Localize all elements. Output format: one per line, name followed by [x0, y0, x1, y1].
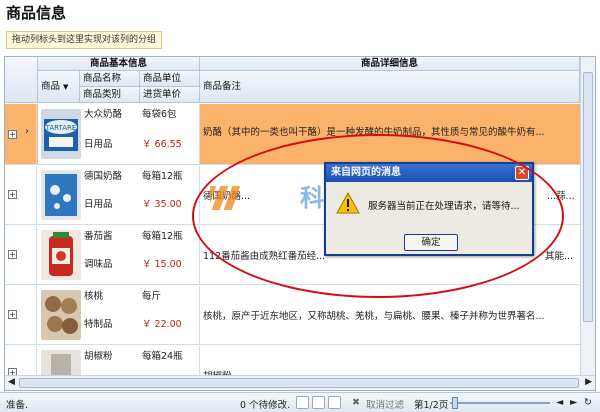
status-bar: 准备. 0 个待修改. ✖ 取消过滤 第1/2页 ◄ ► ↻: [0, 392, 600, 412]
product-unit: 每斤: [142, 291, 162, 302]
product-category: 调味品: [84, 259, 113, 270]
pending-changes: 0 个待修改.: [240, 400, 291, 411]
status-ready: 准备.: [6, 400, 29, 411]
page-slider-thumb[interactable]: [452, 397, 458, 409]
product-name: 德国奶酪: [84, 171, 123, 182]
product-category: 特制品: [84, 319, 113, 330]
page-indicator: 第1/2页: [414, 400, 449, 411]
product-category: 日用品: [84, 139, 113, 150]
svg-text:TARTARE: TARTARE: [45, 124, 77, 132]
group-by-panel[interactable]: 拖动列标头到这里实现对该列的分组: [6, 31, 163, 49]
product-image-german-cheese: [41, 170, 81, 220]
expand-row-icon[interactable]: +: [8, 190, 17, 199]
product-image-cheese: TARTARE: [41, 109, 81, 159]
refresh-icon[interactable]: ↻: [584, 397, 592, 408]
warning-icon: [336, 192, 360, 214]
product-unit: 每箱12瓶: [142, 171, 183, 182]
horizontal-scrollbar[interactable]: ◀ ▶: [5, 375, 595, 390]
vertical-scrollbar-thumb[interactable]: [583, 72, 593, 322]
scroll-left-icon[interactable]: ◀: [8, 377, 15, 387]
close-icon[interactable]: ✕: [515, 166, 529, 180]
header-corner: [5, 57, 38, 103]
page-slider[interactable]: [450, 402, 550, 404]
product-unit: 每箱12瓶: [142, 231, 183, 242]
message-dialog: 来自网页的消息 ✕ 服务器当前正在处理请求，请等待... 确定: [324, 162, 534, 256]
band-basic-info: 商品基本信息: [38, 57, 200, 71]
page-title: 商品信息: [6, 4, 67, 22]
undo-changes-icon[interactable]: [312, 396, 325, 409]
product-unit: 每袋6包: [142, 109, 177, 120]
product-note: 奶酪（其中的一类也叫干酪）是一种发酵的牛奶制品，其性质与常见的酸牛奶有...: [203, 127, 545, 138]
product-price: ￥ 35.00: [142, 199, 182, 210]
band-detail-info: 商品详细信息: [200, 57, 580, 71]
ok-button[interactable]: 确定: [404, 234, 458, 251]
product-name: 大众奶酪: [84, 109, 123, 120]
current-row-indicator-icon: ›: [25, 126, 29, 137]
column-header-price[interactable]: 进货单价: [140, 87, 200, 103]
save-changes-icon[interactable]: [296, 396, 309, 409]
next-page-icon[interactable]: ►: [570, 397, 577, 408]
column-header-unit[interactable]: 商品单位: [140, 71, 200, 87]
product-name: 胡椒粉: [84, 351, 113, 362]
product-name: 核桃: [84, 291, 104, 302]
product-category: 日用品: [84, 199, 113, 210]
dialog-title: 来自网页的消息: [326, 164, 532, 182]
horizontal-scrollbar-thumb[interactable]: [19, 378, 579, 388]
vertical-scrollbar[interactable]: [580, 57, 595, 377]
first-page-icon[interactable]: ◄: [556, 397, 563, 408]
filter-icon[interactable]: ✖: [352, 397, 360, 408]
product-image-ketchup: [41, 230, 81, 280]
expand-row-icon[interactable]: +: [8, 250, 17, 259]
column-header-category[interactable]: 商品类别: [80, 87, 140, 103]
product-price: ￥ 15.00: [142, 259, 182, 270]
scroll-right-icon[interactable]: ▶: [585, 377, 592, 387]
product-price: ￥ 66.55: [142, 139, 182, 150]
product-note: 核桃，原产于近东地区，又称胡桃、羌桃，与扁桃、腰果、榛子并称为世界著名...: [203, 311, 545, 322]
product-image-walnut: [41, 290, 81, 340]
table-row[interactable]: + 胡椒粉 每箱24瓶 胡椒粉...: [5, 346, 580, 382]
sort-dropdown-icon[interactable]: ▼: [63, 83, 68, 91]
product-unit: 每箱24瓶: [142, 351, 183, 362]
table-row[interactable]: + › TARTARE 大众奶酪 日用品 每袋6包 ￥ 66.55 奶酪（其中的…: [5, 104, 580, 165]
column-header-product-label: 商品: [41, 81, 61, 92]
product-name: 番茄酱: [84, 231, 113, 242]
column-header-name[interactable]: 商品名称: [80, 71, 140, 87]
product-note-tail: ...蒜...: [547, 191, 575, 202]
product-price: ￥ 22.00: [142, 319, 182, 330]
product-image-pepper: [41, 350, 81, 378]
expand-row-icon[interactable]: +: [8, 130, 17, 139]
table-row[interactable]: + 核桃 特制品 每斤 ￥ 22.00 核桃，原产于近东地区，又称胡桃、羌桃，与…: [5, 286, 580, 345]
column-header-product[interactable]: 商品 ▼: [38, 71, 80, 103]
cancel-filter-button[interactable]: 取消过滤: [366, 397, 404, 411]
product-note-tail: 其能...: [545, 251, 574, 262]
expand-row-icon[interactable]: +: [8, 310, 17, 319]
column-header-note[interactable]: 商品备注: [200, 71, 580, 103]
edit-icon[interactable]: [328, 396, 341, 409]
dialog-message: 服务器当前正在处理请求，请等待...: [368, 201, 520, 212]
